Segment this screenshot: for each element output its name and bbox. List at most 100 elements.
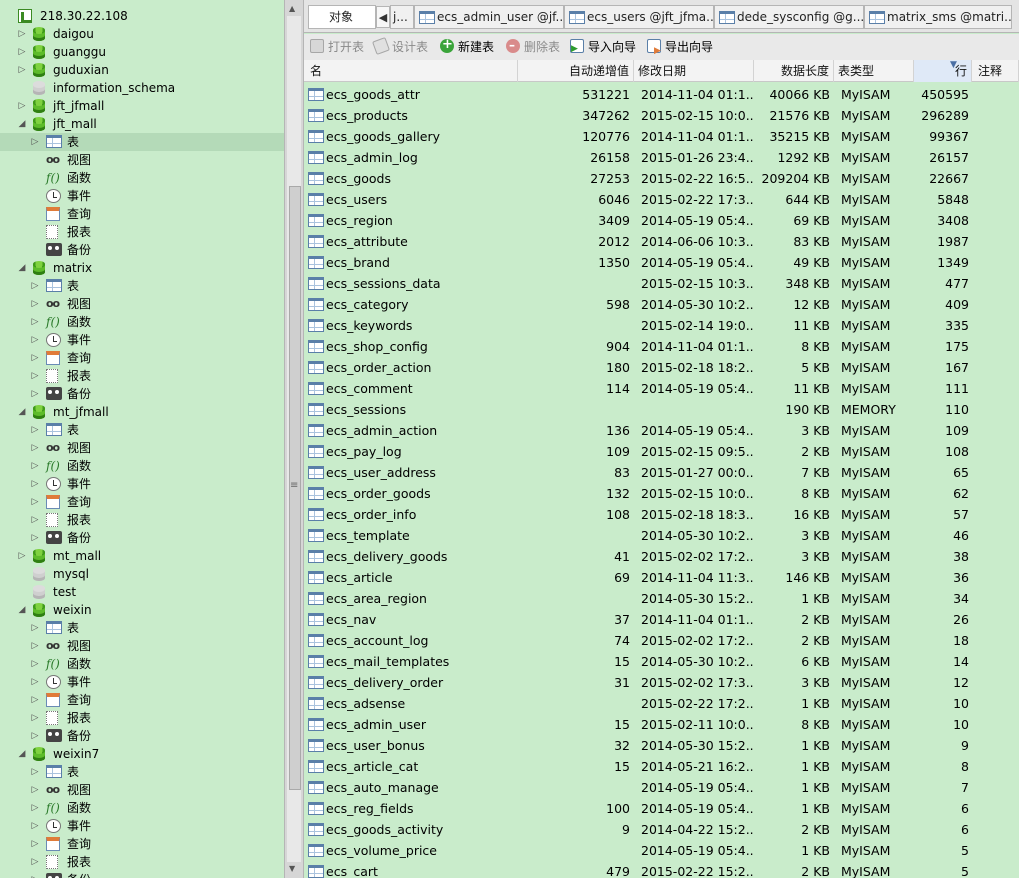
tree-twisty-icon[interactable] <box>30 245 40 255</box>
table-row[interactable]: ecs_pay_log 109 2015-02-15 09:5... 2 KB MyIS… <box>304 441 1019 462</box>
tree-twisty-icon[interactable]: ▷ <box>30 317 40 327</box>
tree-item[interactable]: ▷备份 <box>0 727 284 745</box>
tree-item[interactable]: ▷ 表 <box>0 133 284 151</box>
table-row[interactable]: ecs_sessions_data 2015-02-15 10:3... 348 K… <box>304 273 1019 294</box>
tab-2[interactable]: ecs_users @jft_jfma... <box>564 5 714 29</box>
tree-item[interactable]: ◢ jft_mall <box>0 115 284 133</box>
tree-twisty-icon[interactable]: ▷ <box>30 533 40 543</box>
tree-item[interactable]: ▷ 报表 <box>0 367 284 385</box>
tree-twisty-icon[interactable]: ▷ <box>30 515 40 525</box>
table-row[interactable]: ecs_order_goods 132 2015-02-15 10:0... 8 KB… <box>304 483 1019 504</box>
tree-twisty-icon[interactable]: ▷ <box>30 677 40 687</box>
table-row[interactable]: ecs_order_info 108 2015-02-18 18:3... 16 KB… <box>304 504 1019 525</box>
table-row[interactable]: ecs_goods_gallery 120776 2014-11-04 01:1..… <box>304 126 1019 147</box>
tree-item[interactable]: ▷ f() 函数 <box>0 655 284 673</box>
table-row[interactable]: ecs_auto_manage 2014-05-19 05:4... 1 KB MyI… <box>304 777 1019 798</box>
tree-item[interactable]: information_schema <box>0 79 284 97</box>
tree-twisty-icon[interactable]: ◢ <box>17 407 27 417</box>
tree-twisty-icon[interactable]: ▷ <box>30 281 40 291</box>
table-row[interactable]: ecs_user_address 83 2015-01-27 00:0... 7 KB… <box>304 462 1019 483</box>
table-row[interactable]: ecs_brand 1350 2014-05-19 05:4... 49 KB MyIS… <box>304 252 1019 273</box>
tree-twisty-icon[interactable]: ▷ <box>30 713 40 723</box>
tree-item[interactable]: mysql <box>0 565 284 583</box>
tree-item[interactable]: ▷ f() 函数 <box>0 799 284 817</box>
tree-twisty-icon[interactable] <box>30 155 40 165</box>
tree-item[interactable]: ▷ oo 视图 <box>0 637 284 655</box>
table-row[interactable]: ecs_nav 37 2014-11-04 01:1... 2 KB MyISAM 26 <box>304 609 1019 630</box>
open-table-button[interactable]: 打开表 <box>310 38 364 56</box>
tree-twisty-icon[interactable] <box>30 191 40 201</box>
tree-twisty-icon[interactable]: ▷ <box>30 839 40 849</box>
tree-twisty-icon[interactable]: ▷ <box>30 443 40 453</box>
table-row[interactable]: ecs_goods 27253 2015-02-22 16:5... 209204 K… <box>304 168 1019 189</box>
tree-twisty-icon[interactable]: ▷ <box>17 29 27 39</box>
tree-twisty-icon[interactable]: ▷ <box>30 803 40 813</box>
table-row[interactable]: ecs_admin_action 136 2014-05-19 05:4... 3 K… <box>304 420 1019 441</box>
tree-item[interactable]: ▷ oo 视图 <box>0 439 284 457</box>
tree-twisty-icon[interactable]: ▷ <box>30 425 40 435</box>
tree-item[interactable]: ▷ jft_jfmall <box>0 97 284 115</box>
col-name[interactable]: 名 <box>306 60 518 82</box>
tree-twisty-icon[interactable] <box>17 587 27 597</box>
table-row[interactable]: ecs_keywords 2015-02-14 19:0... 11 KB MyISA… <box>304 315 1019 336</box>
col-data-length[interactable]: 数据长度 <box>754 60 834 82</box>
tree-item[interactable]: 报表 <box>0 223 284 241</box>
table-row[interactable]: ecs_article 69 2014-11-04 11:3... 146 KB MyI… <box>304 567 1019 588</box>
tree-item[interactable]: 备份 <box>0 241 284 259</box>
connection-tree[interactable]: 218.30.22.108 ▷ daigou ▷ guanggu ▷ guduxian in… <box>0 0 284 878</box>
tree-item[interactable]: ▷ 表 <box>0 277 284 295</box>
tree-item[interactable]: ▷ f() 函数 <box>0 313 284 331</box>
tree-twisty-icon[interactable]: ▷ <box>30 767 40 777</box>
tree-twisty-icon[interactable]: ◢ <box>17 119 27 129</box>
tree-twisty-icon[interactable]: ▷ <box>30 335 40 345</box>
tree-item[interactable]: ▷ oo 视图 <box>0 781 284 799</box>
new-table-button[interactable]: 新建表 <box>440 36 494 56</box>
tree-twisty-icon[interactable]: ▷ <box>30 857 40 867</box>
tree-item[interactable]: ▷ 报表 <box>0 511 284 529</box>
tree-twisty-icon[interactable]: ▷ <box>17 47 27 57</box>
tree-item[interactable]: ▷ 报表 <box>0 853 284 871</box>
table-row[interactable]: ecs_area_region 2014-05-30 15:2... 1 KB MyI… <box>304 588 1019 609</box>
tree-item[interactable]: ▷ 查询 <box>0 493 284 511</box>
tab-scroll-left-icon[interactable]: ◀ <box>376 6 390 28</box>
tree-item[interactable]: ◢ weixin7 <box>0 745 284 763</box>
tree-item[interactable]: oo 视图 <box>0 151 284 169</box>
tree-twisty-icon[interactable]: ▷ <box>30 623 40 633</box>
tab-objects[interactable]: 对象 <box>308 5 376 29</box>
tree-twisty-icon[interactable]: ◢ <box>17 605 27 615</box>
tree-twisty-icon[interactable]: ▷ <box>30 389 40 399</box>
tree-twisty-icon[interactable]: ▷ <box>30 479 40 489</box>
tree-item[interactable]: ▷ daigou <box>0 25 284 43</box>
tree-twisty-icon[interactable] <box>17 569 27 579</box>
tree-item[interactable]: ▷ 表 <box>0 763 284 781</box>
tree-item[interactable]: ▷ oo 视图 <box>0 295 284 313</box>
table-row[interactable]: ecs_region 3409 2014-05-19 05:4... 69 KB MyI… <box>304 210 1019 231</box>
table-row[interactable]: ecs_delivery_goods 41 2015-02-02 17:2... 3 … <box>304 546 1019 567</box>
tree-twisty-icon[interactable]: ▷ <box>30 299 40 309</box>
table-row[interactable]: ecs_admin_user 15 2015-02-11 10:0... 8 KB My… <box>304 714 1019 735</box>
tree-twisty-icon[interactable]: ▷ <box>30 695 40 705</box>
import-wizard-button[interactable]: 导入向导 <box>570 38 636 58</box>
tree-item[interactable]: ▷备份 <box>0 871 284 878</box>
tree-item[interactable]: 事件 <box>0 187 284 205</box>
tree-twisty-icon[interactable] <box>30 227 40 237</box>
table-row[interactable]: ecs_mail_templates 15 2014-05-30 10:2... 6 … <box>304 651 1019 672</box>
tree-item[interactable]: ▷ guanggu <box>0 43 284 61</box>
table-row[interactable]: ecs_adsense 2015-02-22 17:2... 1 KB MyISAM 1… <box>304 693 1019 714</box>
tree-twisty-icon[interactable]: ▷ <box>30 641 40 651</box>
table-row[interactable]: ecs_order_action 180 2015-02-18 18:2... 5 K… <box>304 357 1019 378</box>
tree-twisty-icon[interactable]: ▷ <box>30 785 40 795</box>
tree-item[interactable]: ▷备份 <box>0 529 284 547</box>
table-row[interactable]: ecs_shop_config 904 2014-11-04 01:1... 8 KB… <box>304 336 1019 357</box>
delete-table-button[interactable]: 删除表 <box>506 36 560 56</box>
table-row[interactable]: ecs_admin_log 26158 2015-01-26 23:4... 1292… <box>304 147 1019 168</box>
table-row[interactable]: ecs_goods_attr 531221 2014-11-04 01:1... 40… <box>304 84 1019 105</box>
table-row[interactable]: ecs_category 598 2014-05-30 10:2... 12 KB My… <box>304 294 1019 315</box>
tree-server[interactable]: 218.30.22.108 <box>0 7 284 25</box>
col-comment[interactable]: 注释 <box>974 60 1019 82</box>
table-row[interactable]: ecs_cart 479 2015-02-22 15:2... 2 KB MyISAM 5 <box>304 861 1019 878</box>
tree-twisty-icon[interactable]: ▷ <box>30 461 40 471</box>
scroll-up-icon[interactable]: ▲ <box>289 4 295 13</box>
tree-item[interactable]: ◢ weixin <box>0 601 284 619</box>
table-row[interactable]: ecs_sessions 190 KB MEMORY 110 <box>304 399 1019 420</box>
